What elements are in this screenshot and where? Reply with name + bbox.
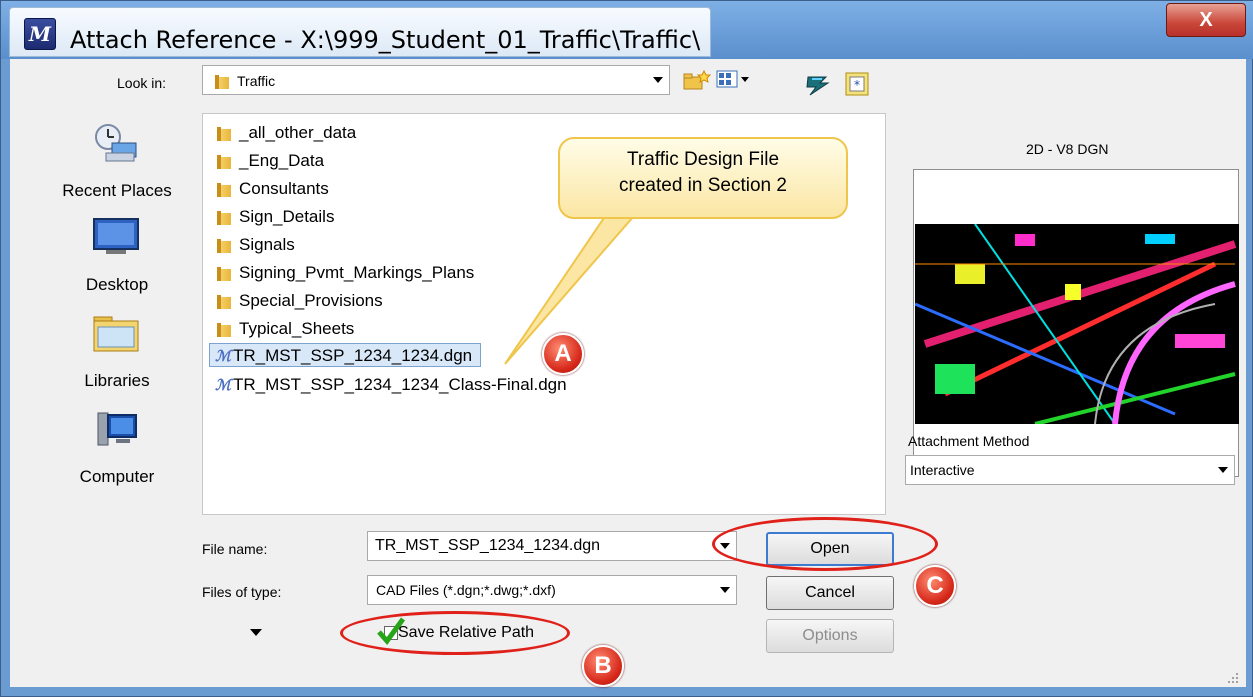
dgn-file-icon: ℳ: [215, 347, 232, 365]
folder-icon: [215, 322, 233, 337]
look-in-label: Look in:: [117, 75, 167, 91]
preview-format-label: 2D - V8 DGN: [1026, 141, 1109, 157]
recent-places-icon: [95, 124, 137, 162]
place-label: Computer: [79, 467, 155, 486]
look-in-value: Traffic: [237, 73, 276, 89]
folder-icon: [213, 75, 231, 90]
list-item[interactable]: Signals: [215, 233, 295, 257]
attachment-method-label: Attachment Method: [908, 433, 1030, 449]
list-item[interactable]: Consultants: [215, 177, 329, 201]
dialog-window: M Attach Reference - X:\999_Student_01_T…: [0, 0, 1253, 697]
list-item[interactable]: Typical_Sheets: [215, 317, 354, 341]
desktop-icon: [93, 218, 139, 254]
dialog-client-area: Look in: Traffic * 2D - V8 DGN Recent Pl…: [10, 59, 1246, 687]
badge-b: B: [582, 645, 624, 687]
files-of-type-label: Files of type:: [202, 584, 282, 600]
folder-icon: [215, 182, 233, 197]
file-name-label: File name:: [202, 541, 268, 557]
microstation-app-icon: M: [24, 18, 56, 50]
attachment-method-value: Interactive: [910, 462, 975, 478]
folder-icon: [215, 266, 233, 281]
callout-line: Traffic Design File: [626, 149, 780, 170]
look-in-dropdown[interactable]: Traffic: [202, 65, 670, 95]
highlight-oval: [340, 611, 570, 655]
files-of-type-dropdown[interactable]: CAD Files (*.dgn;*.dwg;*.dxf): [367, 575, 737, 605]
list-item[interactable]: _all_other_data: [215, 121, 356, 145]
chevron-down-icon: [720, 587, 730, 593]
list-item[interactable]: _Eng_Data: [215, 149, 324, 173]
badge-a: A: [542, 333, 584, 375]
cancel-button[interactable]: Cancel: [766, 576, 894, 610]
attachment-settings-icon[interactable]: *: [844, 69, 870, 97]
expand-options-arrow[interactable]: [250, 629, 262, 636]
libraries-icon: [93, 316, 139, 352]
place-label: Recent Places: [62, 181, 172, 200]
close-button[interactable]: X: [1166, 3, 1246, 37]
file-name-input[interactable]: TR_MST_SSP_1234_1234.dgn: [367, 531, 737, 561]
places-bar: Recent Places Desktop Libraries Computer: [34, 113, 200, 487]
highlight-oval: [712, 517, 938, 571]
place-label: Libraries: [84, 371, 150, 390]
drawing-preview-image: [915, 224, 1239, 424]
title-bar[interactable]: M Attach Reference - X:\999_Student_01_T…: [1, 1, 1253, 59]
options-button[interactable]: Options: [766, 619, 894, 653]
list-item[interactable]: Sign_Details: [215, 205, 334, 229]
list-item[interactable]: ℳ TR_MST_SSP_1234_1234_Class-Final.dgn: [215, 373, 567, 397]
folder-icon: [215, 238, 233, 253]
computer-icon: [97, 412, 137, 446]
place-libraries[interactable]: Libraries: [34, 309, 200, 399]
preview-pane: [913, 169, 1239, 477]
annotation-callout: Traffic Design File created in Section 2: [558, 137, 848, 219]
folder-icon: [215, 294, 233, 309]
dgn-file-icon: ℳ: [215, 376, 232, 394]
place-computer[interactable]: Computer: [34, 405, 200, 495]
file-name-value: TR_MST_SSP_1234_1234.dgn: [375, 537, 601, 554]
new-folder-icon[interactable]: [682, 69, 712, 91]
window-title: Attach Reference - X:\999_Student_01_Tra…: [70, 26, 701, 54]
folder-icon: [215, 210, 233, 225]
list-item[interactable]: Special_Provisions: [215, 289, 383, 313]
callout-line: created in Section 2: [619, 175, 787, 196]
chevron-down-icon: [653, 77, 663, 83]
refresh-icon[interactable]: [804, 71, 832, 97]
place-desktop[interactable]: Desktop: [34, 213, 200, 303]
list-item[interactable]: Signing_Pvmt_Markings_Plans: [215, 261, 474, 285]
folder-icon: [215, 126, 233, 141]
chevron-down-icon: [1218, 467, 1228, 473]
list-item-selected[interactable]: ℳ TR_MST_SSP_1234_1234.dgn: [209, 343, 482, 367]
title-tab: M Attach Reference - X:\999_Student_01_T…: [9, 7, 711, 57]
view-menu-icon[interactable]: [716, 69, 752, 91]
place-recent-places[interactable]: Recent Places: [34, 119, 200, 209]
badge-c: C: [914, 565, 956, 607]
folder-icon: [215, 154, 233, 169]
files-of-type-value: CAD Files (*.dgn;*.dwg;*.dxf): [376, 582, 556, 598]
resize-grip-icon[interactable]: [1226, 671, 1240, 685]
attachment-method-dropdown[interactable]: Interactive: [905, 455, 1235, 485]
place-label: Desktop: [85, 275, 149, 294]
svg-text:*: *: [854, 78, 860, 92]
